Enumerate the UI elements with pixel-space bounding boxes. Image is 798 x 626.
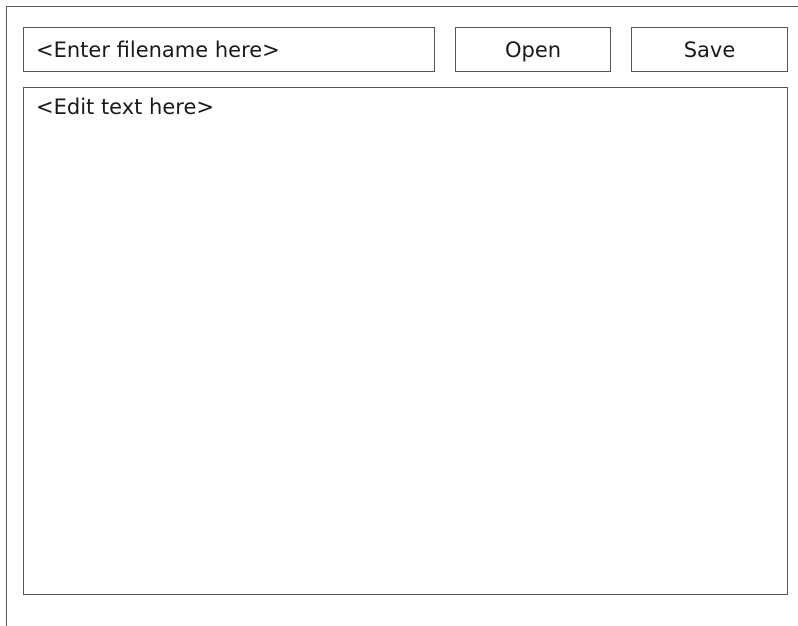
open-button[interactable]: Open xyxy=(455,27,611,72)
save-button[interactable]: Save xyxy=(631,27,788,72)
filename-input[interactable]: <Enter filename here> xyxy=(23,27,435,72)
text-editor[interactable]: <Edit text here> xyxy=(23,87,788,595)
